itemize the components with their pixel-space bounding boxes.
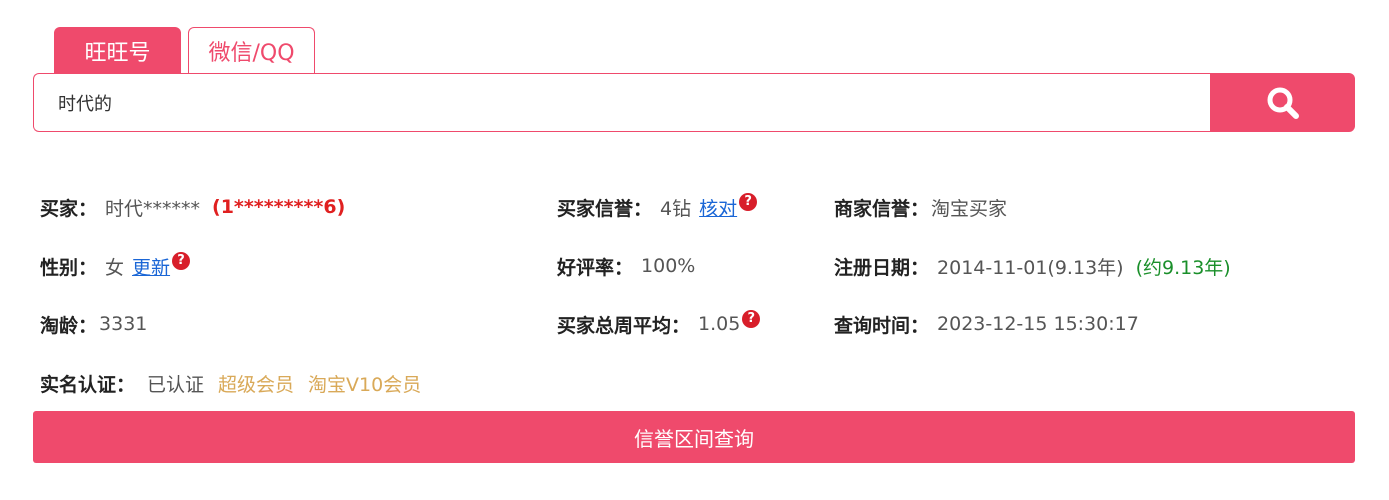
seller-credit-value: 淘宝买家 bbox=[931, 197, 1008, 220]
help-icon[interactable]: ? bbox=[742, 310, 761, 328]
reg-date-field: 注册日期： 2014-11-01(9.13年) (约9.13年) bbox=[834, 251, 1231, 281]
search-icon bbox=[1267, 87, 1299, 119]
weekly-avg-label: 买家总周平均： bbox=[557, 314, 691, 337]
query-time-label: 查询时间： bbox=[834, 314, 930, 337]
help-icon[interactable]: ? bbox=[172, 252, 191, 270]
reg-date-approx: (约9.13年) bbox=[1135, 256, 1231, 279]
search-input[interactable] bbox=[33, 73, 1210, 132]
tab-wechat-qq[interactable]: 微信/QQ bbox=[188, 27, 315, 74]
tab-bar: 旺旺号 微信/QQ bbox=[54, 27, 315, 74]
buyer-credit-label: 买家信誉： bbox=[557, 197, 653, 220]
weekly-avg-field: 买家总周平均： 1.05 ? bbox=[557, 309, 761, 339]
info-row-2: 性别： 女 更新 ? 好评率： 100% 注册日期： 2014-11-01(9.… bbox=[0, 251, 1389, 281]
seller-credit-field: 商家信誉： 淘宝买家 bbox=[834, 192, 1007, 222]
info-row-4: 实名认证： 已认证 超级会员 淘宝V10会员 bbox=[0, 368, 1389, 398]
search-bar bbox=[33, 73, 1355, 132]
buyer-value: 时代****** bbox=[105, 197, 201, 220]
buyer-credit-field: 买家信誉： 4钻 核对 ? bbox=[557, 192, 758, 222]
weekly-avg-value: 1.05 bbox=[698, 313, 741, 335]
buyer-credit-value: 4钻 bbox=[660, 197, 692, 220]
query-time-field: 查询时间： 2023-12-15 15:30:17 bbox=[834, 309, 1139, 339]
help-icon[interactable]: ? bbox=[739, 193, 758, 211]
good-rate-label: 好评率： bbox=[557, 256, 634, 279]
gender-label: 性别： bbox=[40, 256, 98, 279]
search-button[interactable] bbox=[1210, 73, 1355, 132]
super-member-badge: 超级会员 bbox=[218, 373, 295, 396]
update-link[interactable]: 更新 bbox=[132, 253, 170, 280]
real-name-label: 实名认证： bbox=[40, 373, 136, 396]
tab-wangwang[interactable]: 旺旺号 bbox=[54, 27, 181, 74]
reg-date-label: 注册日期： bbox=[834, 256, 930, 279]
real-name-value: 已认证 bbox=[147, 373, 205, 396]
buyer-label: 买家： bbox=[40, 197, 98, 220]
taobao-age-field: 淘龄： 3331 bbox=[40, 309, 147, 339]
v10-member-badge: 淘宝V10会员 bbox=[308, 373, 422, 396]
buyer-masked-phone: (1*********6) bbox=[212, 196, 346, 218]
taobao-age-label: 淘龄： bbox=[40, 314, 98, 337]
gender-value: 女 bbox=[105, 256, 125, 279]
gender-field: 性别： 女 更新 ? bbox=[40, 251, 191, 281]
credit-range-query-button[interactable]: 信誉区间查询 bbox=[33, 411, 1355, 463]
seller-credit-label: 商家信誉： bbox=[834, 197, 930, 220]
info-row-3: 淘龄： 3331 买家总周平均： 1.05 ? 查询时间： 2023-12-15… bbox=[0, 309, 1389, 339]
good-rate-field: 好评率： 100% bbox=[557, 251, 695, 281]
page: 旺旺号 微信/QQ 买家： 时代****** (1*********6) 买家信… bbox=[0, 0, 1389, 500]
good-rate-value: 100% bbox=[641, 255, 696, 277]
real-name-field: 实名认证： 已认证 超级会员 淘宝V10会员 bbox=[40, 368, 421, 398]
reg-date-value: 2014-11-01(9.13年) bbox=[937, 256, 1124, 279]
query-time-value: 2023-12-15 15:30:17 bbox=[937, 313, 1139, 335]
buyer-field: 买家： 时代****** (1*********6) bbox=[40, 192, 345, 222]
taobao-age-value: 3331 bbox=[99, 313, 148, 335]
info-row-1: 买家： 时代****** (1*********6) 买家信誉： 4钻 核对 ?… bbox=[0, 192, 1389, 222]
verify-link[interactable]: 核对 bbox=[699, 194, 737, 221]
